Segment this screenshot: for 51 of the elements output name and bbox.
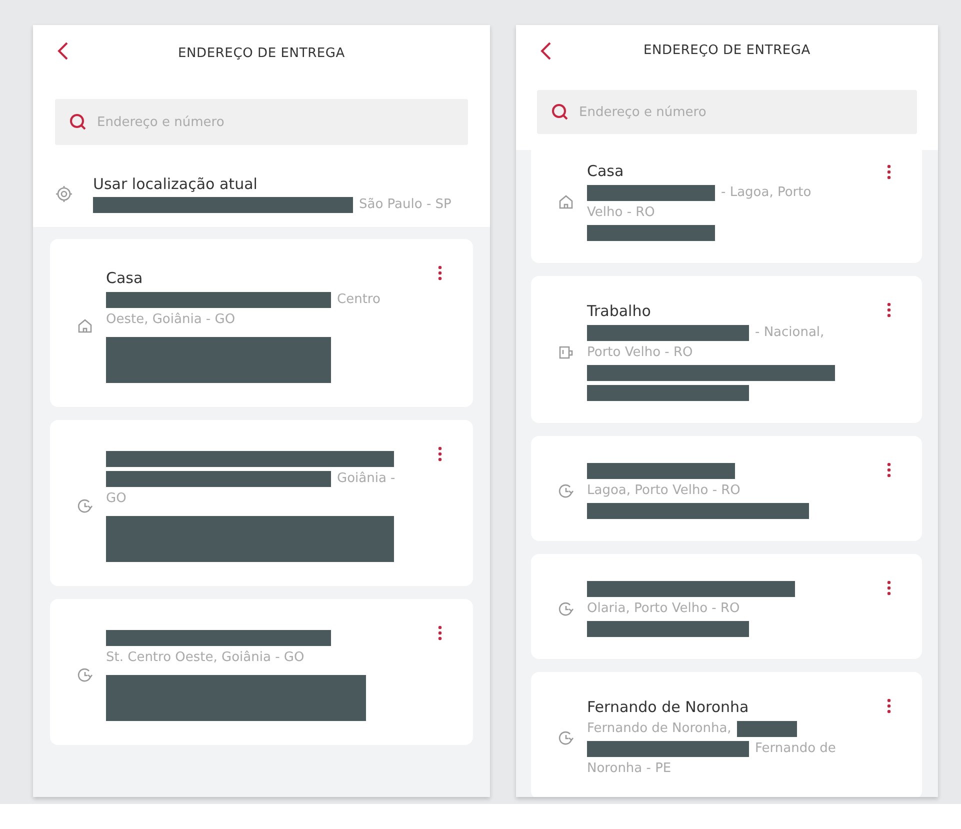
- address-text: Centro: [337, 292, 380, 307]
- address-text: Porto Velho - RO: [587, 345, 693, 360]
- screen-title: ENDEREÇO DE ENTREGA: [643, 42, 810, 58]
- address-card[interactable]: Casa Centro Oeste, Goiânia - GO: [50, 239, 473, 407]
- address-text: Lagoa, Porto Velho - RO: [587, 483, 740, 498]
- address-text: Fernando de: [755, 741, 836, 756]
- address-text: Noronha - PE: [587, 761, 672, 776]
- address-name: Casa: [106, 269, 143, 287]
- address-text: GO: [106, 491, 126, 506]
- address-text: St. Centro Oeste, Goiânia - GO: [106, 650, 304, 665]
- back-icon[interactable]: [540, 41, 552, 61]
- redaction-bar: [737, 720, 798, 736]
- address-name: Casa: [587, 162, 624, 180]
- screen-title: ENDEREÇO DE ENTREGA: [178, 46, 345, 60]
- more-options-icon[interactable]: [887, 698, 891, 714]
- search-field[interactable]: Endereço e número: [537, 90, 917, 134]
- search-field[interactable]: Endereço e número: [55, 99, 468, 145]
- history-icon: [77, 667, 93, 683]
- building-icon: [558, 344, 574, 360]
- address-text: Velho - RO: [587, 205, 655, 220]
- more-options-icon[interactable]: [887, 164, 891, 180]
- history-icon: [77, 498, 93, 514]
- address-text: São Paulo - SP: [359, 197, 452, 212]
- address-name: Trabalho: [587, 302, 651, 320]
- house-icon: [77, 318, 93, 334]
- more-options-icon[interactable]: [438, 265, 442, 281]
- address-text: - Lagoa, Porto: [721, 185, 812, 200]
- back-icon[interactable]: [57, 41, 69, 61]
- address-card[interactable]: Trabalho - Nacional, Porto Velho - RO: [531, 276, 922, 423]
- address-text: - Nacional,: [755, 325, 824, 340]
- more-options-icon[interactable]: [438, 625, 442, 641]
- address-name: Fernando de Noronha: [587, 698, 749, 716]
- location-label: Usar localização atual: [93, 175, 258, 193]
- more-options-icon[interactable]: [887, 462, 891, 478]
- more-options-icon[interactable]: [887, 580, 891, 596]
- location-target-icon: [55, 185, 73, 203]
- address-text: Olaria, Porto Velho - RO: [587, 601, 740, 616]
- history-icon: [558, 482, 574, 498]
- history-icon: [558, 600, 574, 616]
- address-card[interactable]: Fernando de Noronha Fernando de Noronha, Fernando de Noronha - PE: [531, 672, 922, 797]
- search-icon: [551, 103, 569, 121]
- more-options-icon[interactable]: [887, 302, 891, 318]
- search-icon: [69, 113, 87, 131]
- address-text: Oeste, Goiânia - GO: [106, 312, 236, 327]
- address-text: Fernando de Noronha,: [587, 721, 732, 736]
- address-text: Goiânia -: [337, 471, 396, 486]
- address-card[interactable]: Casa - Lagoa, Porto Velho - RO: [531, 150, 922, 263]
- house-icon: [558, 194, 574, 210]
- history-icon: [558, 730, 574, 746]
- more-options-icon[interactable]: [438, 446, 442, 462]
- current-location-item[interactable]: Usar localização atual São Paulo - SP: [33, 161, 490, 227]
